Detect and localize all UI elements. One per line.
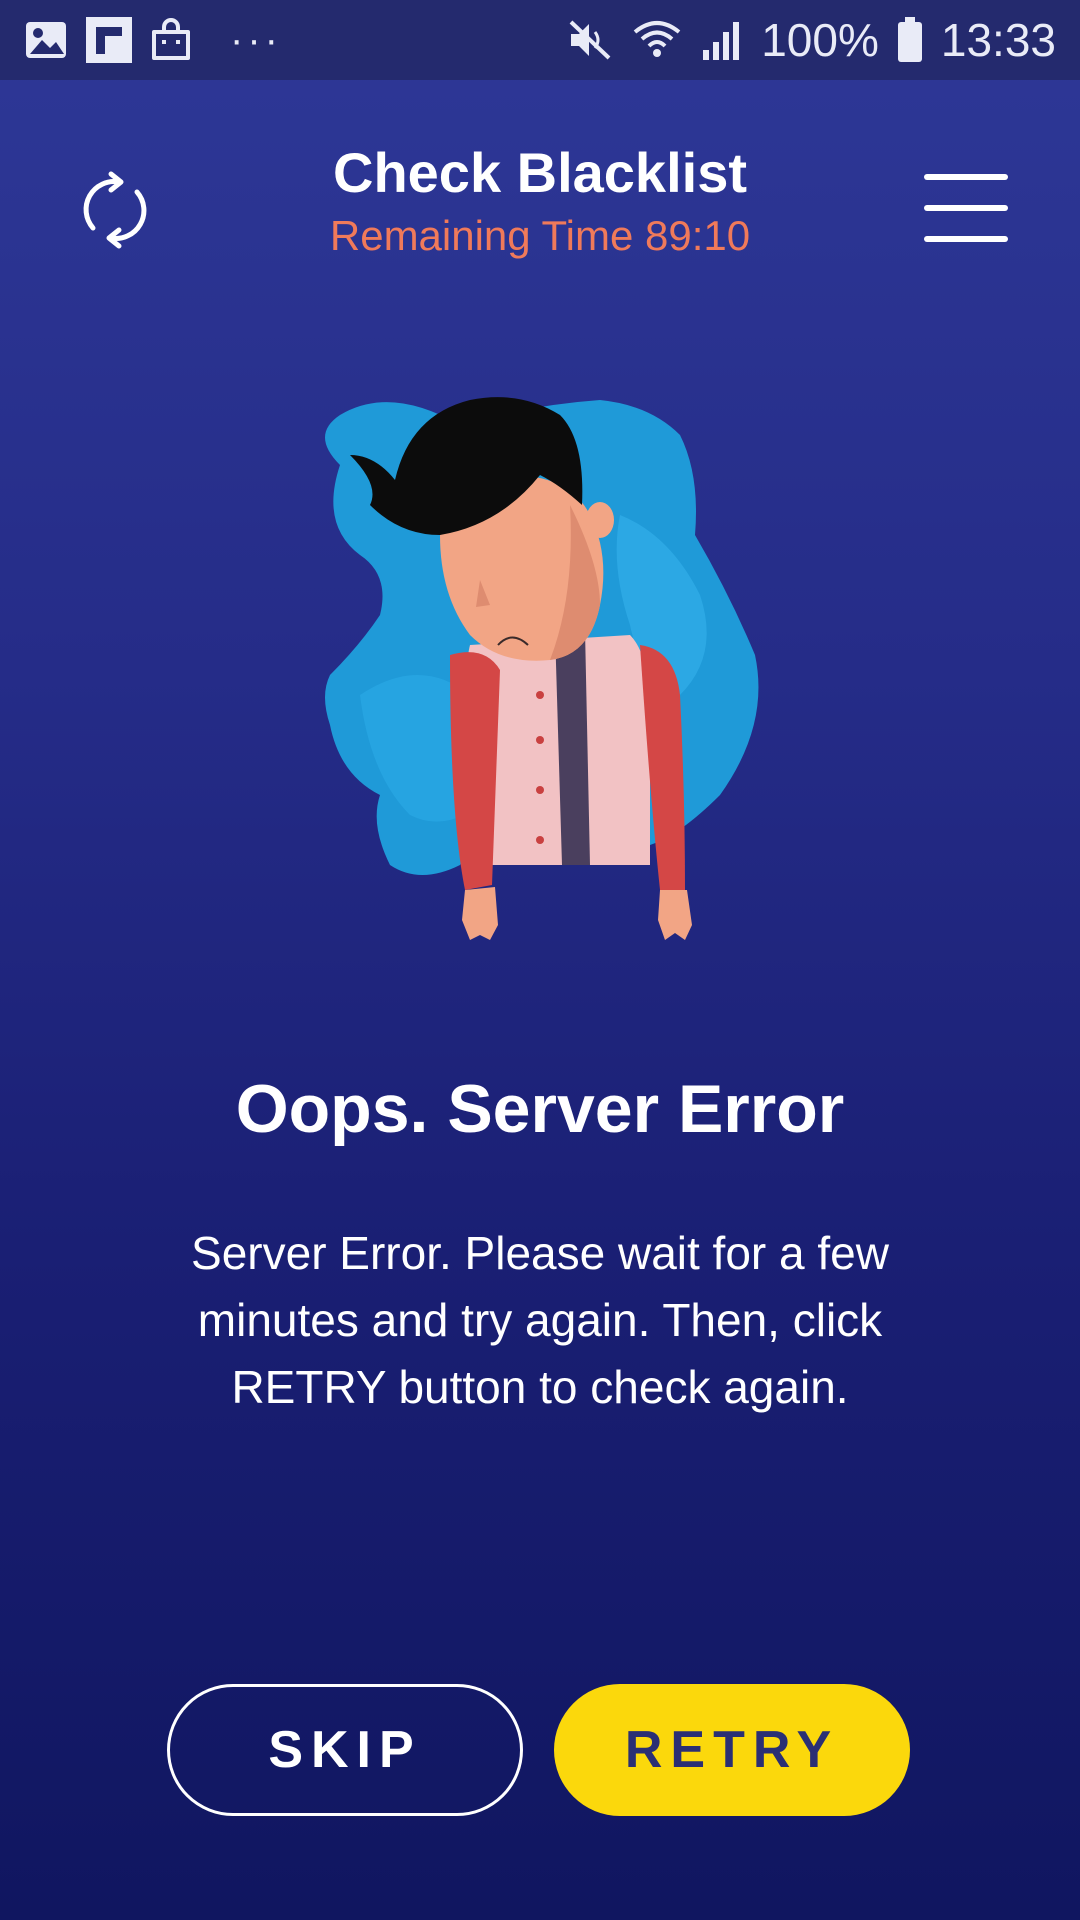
gallery-icon	[26, 22, 66, 58]
error-title: Oops. Server Error	[235, 1071, 845, 1147]
skip-button[interactable]: SKIP	[167, 1684, 523, 1816]
flipboard-icon	[86, 17, 132, 63]
hamburger-line	[924, 174, 1008, 180]
signal-icon	[703, 22, 740, 60]
status-bar: ··· 100% 13:33	[0, 0, 1080, 80]
error-message: Server Error. Please wait for a few minu…	[191, 1227, 889, 1413]
more-notifications-indicator: ···	[230, 17, 282, 62]
status-bar-left: ···	[24, 17, 282, 63]
battery-icon	[897, 17, 922, 62]
shopping-bag-icon	[152, 18, 190, 60]
remaining-time: Remaining Time 89:10	[329, 212, 751, 259]
wifi-icon	[633, 21, 681, 57]
hamburger-line	[924, 205, 1008, 211]
status-bar-right: 100% 13:33	[567, 13, 1056, 67]
battery-percent: 100%	[761, 14, 879, 66]
mute-icon	[569, 20, 611, 60]
menu-button[interactable]	[920, 168, 1012, 248]
sad-man-illustration	[300, 395, 780, 955]
app-header: Check Blacklist Remaining Time 89:10	[0, 80, 1080, 310]
retry-button[interactable]: RETRY	[554, 1684, 910, 1816]
hamburger-line	[924, 236, 1008, 242]
status-time: 13:33	[940, 14, 1056, 66]
page-title: Check Blacklist	[333, 141, 747, 204]
